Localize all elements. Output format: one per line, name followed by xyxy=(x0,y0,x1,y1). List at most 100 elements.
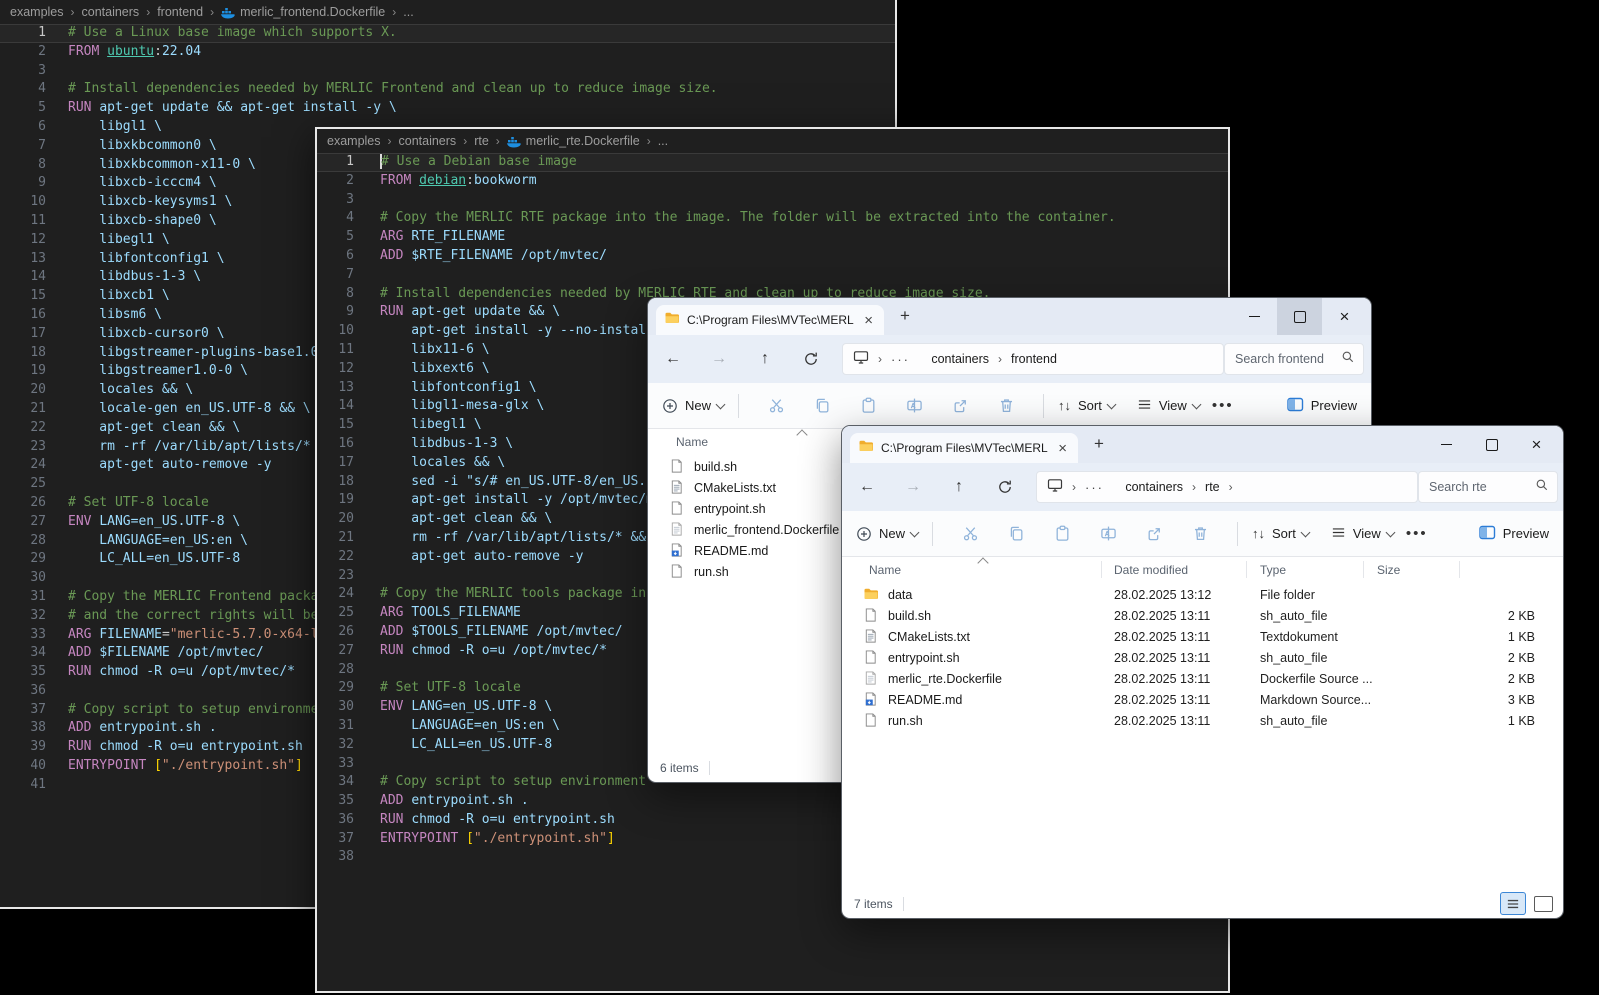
explorer-tab[interactable]: C:\Program Files\MVTec\MERL × xyxy=(656,305,884,335)
up-button[interactable]: ↑ xyxy=(750,344,780,374)
breadcrumb-item[interactable]: containers xyxy=(82,5,140,19)
new-tab-button[interactable]: + xyxy=(900,306,910,326)
new-button[interactable]: New xyxy=(856,526,918,542)
code-line[interactable]: 6ADD $RTE_FILENAME /opt/mvtec/ xyxy=(317,247,1228,266)
chevron-down-icon xyxy=(1106,399,1116,409)
maximize-button[interactable] xyxy=(1469,426,1514,463)
breadcrumb-item[interactable]: containers xyxy=(399,134,457,148)
line-number: 29 xyxy=(0,550,46,569)
chevron-right-icon xyxy=(640,134,658,148)
breadcrumb-symbol[interactable]: ... xyxy=(658,134,668,148)
search-icon[interactable] xyxy=(1535,478,1549,497)
delete-icon[interactable] xyxy=(1187,525,1213,542)
back-button[interactable]: ← xyxy=(852,472,882,502)
code-line[interactable]: 2FROM debian:bookworm xyxy=(317,172,1228,191)
code-line[interactable]: 4# Install dependencies needed by MERLIC… xyxy=(0,80,895,99)
rename-icon[interactable] xyxy=(901,397,927,414)
file-row[interactable]: build.sh28.02.2025 13:11sh_auto_file2 KB xyxy=(842,605,1563,626)
breadcrumb-file[interactable]: merlic_frontend.Dockerfile xyxy=(240,5,385,19)
minimize-button[interactable] xyxy=(1232,298,1277,335)
line-number: 22 xyxy=(0,419,46,438)
code-line[interactable]: 3 xyxy=(0,62,895,81)
code-line[interactable]: 7 xyxy=(317,266,1228,285)
file-icon xyxy=(863,649,879,665)
up-button[interactable]: ↑ xyxy=(944,472,974,502)
breadcrumb-item[interactable]: frontend xyxy=(157,5,203,19)
copy-icon[interactable] xyxy=(809,397,835,414)
file-row[interactable]: CMakeLists.txt28.02.2025 13:11Textdokume… xyxy=(842,626,1563,647)
path-ellipsis[interactable]: ··· xyxy=(1085,480,1104,495)
view-button[interactable]: View xyxy=(1331,525,1394,543)
address-crumb[interactable]: frontend xyxy=(1011,352,1057,366)
forward-button[interactable]: → xyxy=(704,344,734,374)
copy-icon[interactable] xyxy=(1003,525,1029,542)
code-line[interactable]: 5RUN apt-get update && apt-get install -… xyxy=(0,99,895,118)
more-options-button[interactable]: ••• xyxy=(1406,525,1428,542)
search-input[interactable] xyxy=(1233,351,1341,367)
breadcrumb-file[interactable]: merlic_rte.Dockerfile xyxy=(526,134,640,148)
line-number: 4 xyxy=(0,80,46,99)
tab-close-icon[interactable]: × xyxy=(1055,441,1070,456)
column-header-size[interactable]: Size xyxy=(1377,563,1400,577)
tab-close-icon[interactable]: × xyxy=(861,313,876,328)
file-row[interactable]: entrypoint.sh28.02.2025 13:11sh_auto_fil… xyxy=(842,647,1563,668)
search-input[interactable] xyxy=(1427,479,1535,495)
minimize-button[interactable] xyxy=(1424,426,1469,463)
breadcrumb-item[interactable]: examples xyxy=(327,134,381,148)
delete-icon[interactable] xyxy=(993,397,1019,414)
column-header-date[interactable]: Date modified xyxy=(1114,563,1188,577)
details-view-toggle[interactable] xyxy=(1500,892,1526,915)
paste-icon[interactable] xyxy=(855,397,881,414)
refresh-button[interactable] xyxy=(990,472,1020,502)
refresh-button[interactable] xyxy=(796,344,826,374)
more-options-button[interactable]: ••• xyxy=(1212,397,1234,414)
address-box[interactable]: › ··· containers › frontend xyxy=(842,343,1224,375)
address-crumb[interactable]: rte xyxy=(1205,480,1220,494)
new-tab-button[interactable]: + xyxy=(1094,434,1104,454)
column-header-name[interactable]: Name xyxy=(676,435,708,449)
forward-button[interactable]: → xyxy=(898,472,928,502)
back-button[interactable]: ← xyxy=(658,344,688,374)
file-row[interactable]: merlic_rte.Dockerfile28.02.2025 13:11Doc… xyxy=(842,668,1563,689)
line-number: 31 xyxy=(0,588,46,607)
code-line[interactable]: 1# Use a Debian base image xyxy=(317,153,1228,172)
code-line[interactable]: 4# Copy the MERLIC RTE package into the … xyxy=(317,209,1228,228)
breadcrumb-item[interactable]: rte xyxy=(474,134,489,148)
address-box[interactable]: › ··· containers › rte › xyxy=(1036,471,1418,503)
code-line[interactable]: 5ARG RTE_FILENAME xyxy=(317,228,1228,247)
code-line[interactable]: 2FROM ubuntu:22.04 xyxy=(0,43,895,62)
address-crumb[interactable]: containers xyxy=(931,352,989,366)
view-button[interactable]: View xyxy=(1137,397,1200,415)
breadcrumb-symbol[interactable]: ... xyxy=(403,5,413,19)
share-icon[interactable] xyxy=(1141,525,1167,542)
preview-button[interactable]: Preview xyxy=(1287,397,1357,415)
path-ellipsis[interactable]: ··· xyxy=(891,352,910,367)
paste-icon[interactable] xyxy=(1049,525,1075,542)
view-lines-icon xyxy=(1137,397,1152,415)
sort-button[interactable]: ↑↓ Sort xyxy=(1058,398,1115,413)
search-icon[interactable] xyxy=(1341,350,1355,369)
share-icon[interactable] xyxy=(947,397,973,414)
new-button[interactable]: New xyxy=(662,398,724,414)
column-header-name[interactable]: Name xyxy=(869,563,901,577)
close-button[interactable]: × xyxy=(1322,298,1367,335)
sort-button[interactable]: ↑↓ Sort xyxy=(1252,526,1309,541)
file-row[interactable]: run.sh28.02.2025 13:11sh_auto_file1 KB xyxy=(842,710,1563,731)
breadcrumb-item[interactable]: examples xyxy=(10,5,64,19)
cut-icon[interactable] xyxy=(763,397,789,414)
large-icons-view-toggle[interactable] xyxy=(1534,896,1553,912)
close-button[interactable]: × xyxy=(1514,426,1559,463)
explorer-tab[interactable]: C:\Program Files\MVTec\MERL × xyxy=(850,433,1078,463)
cut-icon[interactable] xyxy=(957,525,983,542)
column-header-type[interactable]: Type xyxy=(1260,563,1286,577)
rename-icon[interactable] xyxy=(1095,525,1121,542)
file-row[interactable]: README.md28.02.2025 13:11Markdown Source… xyxy=(842,689,1563,710)
code-line[interactable]: 3 xyxy=(317,191,1228,210)
code-line[interactable]: 1# Use a Linux base image which supports… xyxy=(0,24,895,43)
maximize-button[interactable] xyxy=(1277,298,1322,335)
line-number: 14 xyxy=(0,268,46,287)
preview-button[interactable]: Preview xyxy=(1479,525,1549,543)
line-number: 36 xyxy=(317,811,354,830)
address-crumb[interactable]: containers xyxy=(1125,480,1183,494)
file-row[interactable]: data28.02.2025 13:12File folder xyxy=(842,584,1563,605)
